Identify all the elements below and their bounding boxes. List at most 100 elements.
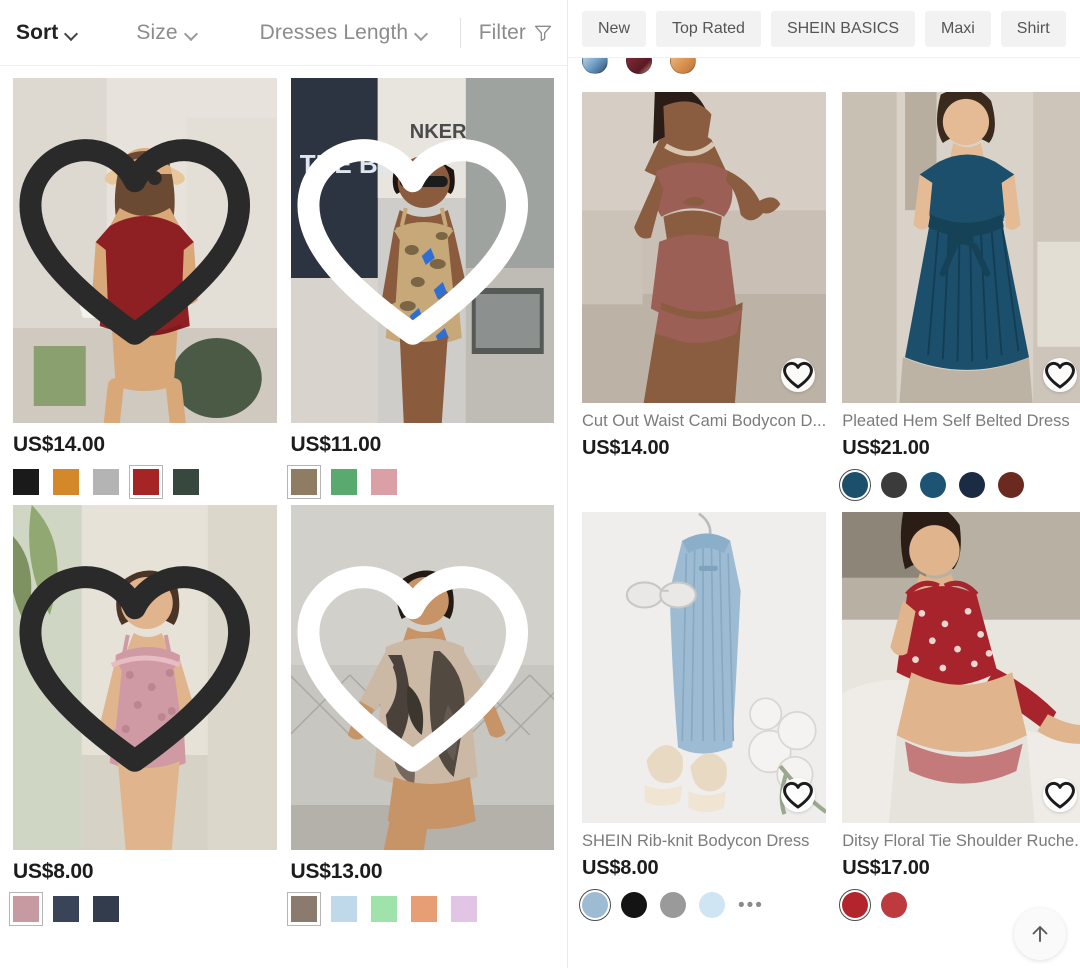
color-swatch[interactable] <box>998 472 1025 498</box>
product-card[interactable]: US$8.00 <box>9 505 277 926</box>
toolbar-divider <box>459 17 461 48</box>
product-image[interactable] <box>842 92 1080 403</box>
product-price: US$13.00 <box>290 860 383 883</box>
wishlist-button[interactable] <box>781 358 816 392</box>
product-price: US$21.00 <box>842 437 930 459</box>
heart-outline-icon[interactable] <box>13 78 267 413</box>
product-image[interactable] <box>842 512 1080 823</box>
color-swatch-selected[interactable] <box>838 468 872 502</box>
color-swatch-row: ••• <box>578 888 826 922</box>
product-title: Cut Out Waist Cami Bodycon D... <box>582 412 827 430</box>
product-listing-screen: Sort Size Dresses Length Filter US$14.00… <box>0 0 1080 968</box>
color-swatch-selected[interactable] <box>286 892 321 926</box>
color-swatch[interactable] <box>450 896 477 922</box>
heart-outline-icon[interactable] <box>291 505 545 840</box>
color-swatch[interactable] <box>53 469 79 495</box>
category-chip-row: New Top Rated SHEIN BASICS Maxi Shirt <box>568 0 1080 58</box>
chip-maxi[interactable]: Maxi <box>924 10 991 47</box>
color-swatch-selected[interactable] <box>578 888 612 922</box>
left-product-panel: Sort Size Dresses Length Filter US$14.00… <box>0 0 568 968</box>
filter-button[interactable]: Filter <box>479 21 553 45</box>
sort-label: Sort <box>16 20 59 44</box>
product-image[interactable] <box>13 505 277 850</box>
color-swatch[interactable] <box>959 472 986 498</box>
size-dropdown[interactable]: Size <box>136 21 197 45</box>
arrow-up-icon <box>1032 926 1048 942</box>
left-filter-toolbar: Sort Size Dresses Length Filter <box>0 0 567 66</box>
product-title: SHEIN Rib-knit Bodycon Dress <box>582 832 810 850</box>
color-swatch[interactable] <box>699 892 725 918</box>
color-swatch[interactable] <box>410 896 437 922</box>
product-title: Pleated Hem Self Belted Dress <box>842 412 1070 430</box>
product-card[interactable]: Pleated Hem Self Belted Dress US$21.00 <box>838 92 1080 502</box>
color-swatch-selected[interactable] <box>9 892 43 926</box>
product-price: US$8.00 <box>582 857 659 879</box>
clipped-color-swatch-row <box>568 58 1080 78</box>
color-swatch[interactable] <box>582 58 608 74</box>
color-swatch[interactable] <box>173 469 199 495</box>
product-image[interactable] <box>582 512 827 823</box>
product-card[interactable]: THE BE NKER US$11.00 <box>286 78 554 499</box>
color-swatch-row <box>9 892 277 926</box>
color-swatch[interactable] <box>93 896 119 922</box>
color-swatch-row <box>286 892 555 926</box>
product-card[interactable]: SHEIN Rib-knit Bodycon Dress US$8.00 ••• <box>578 512 827 922</box>
chip-new[interactable]: New <box>582 10 647 47</box>
product-price: US$14.00 <box>582 437 670 459</box>
color-swatch-row <box>13 465 277 499</box>
color-swatch[interactable] <box>13 469 39 495</box>
product-title: Ditsy Floral Tie Shoulder Ruche... <box>842 832 1080 850</box>
scroll-to-top-button[interactable] <box>1014 908 1066 960</box>
color-swatch[interactable] <box>53 896 79 922</box>
color-swatch[interactable] <box>660 892 686 918</box>
chevron-down-icon <box>415 29 428 37</box>
chevron-down-icon <box>185 29 198 37</box>
product-price: US$11.00 <box>290 433 382 456</box>
product-image[interactable]: THE BE NKER <box>290 78 554 423</box>
wishlist-button[interactable] <box>1043 358 1077 392</box>
product-image[interactable] <box>290 505 554 850</box>
heart-outline-icon[interactable] <box>13 505 267 840</box>
product-image[interactable] <box>582 92 827 403</box>
wishlist-button[interactable] <box>781 778 816 812</box>
color-swatch[interactable] <box>626 58 652 74</box>
more-colors-indicator[interactable]: ••• <box>738 896 764 915</box>
heart-outline-icon <box>783 781 814 809</box>
color-swatch[interactable] <box>670 58 696 74</box>
product-card[interactable]: Cut Out Waist Cami Bodycon D... US$14.00 <box>582 92 827 498</box>
heart-outline-icon <box>783 361 814 389</box>
wishlist-button[interactable] <box>1043 778 1077 812</box>
chip-shein-basics[interactable]: SHEIN BASICS <box>770 10 915 47</box>
color-swatch[interactable] <box>370 469 397 495</box>
color-swatch[interactable] <box>330 469 357 495</box>
dresses-length-label: Dresses Length <box>259 20 409 44</box>
color-swatch[interactable] <box>93 469 119 495</box>
chip-shirt[interactable]: Shirt <box>1000 10 1066 47</box>
product-card[interactable]: Ditsy Floral Tie Shoulder Ruche... US$17… <box>838 512 1080 922</box>
product-price: US$14.00 <box>13 433 105 456</box>
sort-dropdown[interactable]: Sort <box>16 21 78 45</box>
color-swatch[interactable] <box>330 896 357 922</box>
color-swatch[interactable] <box>621 892 647 918</box>
color-swatch[interactable] <box>881 472 908 498</box>
dresses-length-dropdown[interactable]: Dresses Length <box>260 21 428 45</box>
heart-outline-icon[interactable] <box>291 78 545 413</box>
color-swatch[interactable] <box>370 896 397 922</box>
color-swatch-selected[interactable] <box>838 888 872 922</box>
product-card[interactable]: US$13.00 <box>286 505 555 926</box>
funnel-icon <box>534 25 552 41</box>
color-swatch-selected[interactable] <box>129 465 163 499</box>
size-label: Size <box>136 20 178 44</box>
product-card[interactable]: US$14.00 <box>13 78 277 499</box>
product-price: US$8.00 <box>13 860 94 883</box>
color-swatch[interactable] <box>881 892 908 918</box>
left-product-grid: US$14.00 THE BE NKER US$11.00 US$8.00 US… <box>0 66 567 926</box>
right-product-grid: Cut Out Waist Cami Bodycon D... US$14.00 <box>568 78 1080 922</box>
product-image[interactable] <box>13 78 277 423</box>
color-swatch-selected[interactable] <box>286 465 321 499</box>
chevron-down-icon <box>65 29 78 37</box>
filter-label: Filter <box>478 20 526 44</box>
color-swatch[interactable] <box>920 472 947 498</box>
chip-top-rated[interactable]: Top Rated <box>656 10 761 47</box>
heart-outline-icon <box>1045 361 1075 389</box>
